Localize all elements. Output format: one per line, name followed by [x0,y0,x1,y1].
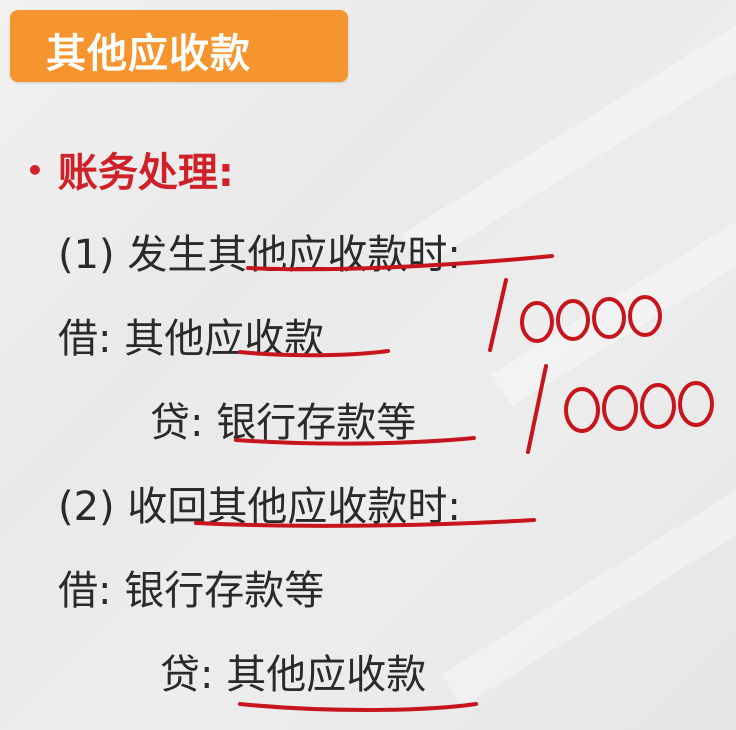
underline-step-1 [246,254,554,272]
underline-debit-1 [238,349,390,358]
handwritten-amount-credit [526,364,714,454]
underline-credit-1 [234,436,476,446]
handwritten-amount-debit [488,278,662,352]
handwritten-annotations [194,254,714,712]
underline-step-2 [194,518,536,528]
underline-credit-2 [238,702,478,712]
